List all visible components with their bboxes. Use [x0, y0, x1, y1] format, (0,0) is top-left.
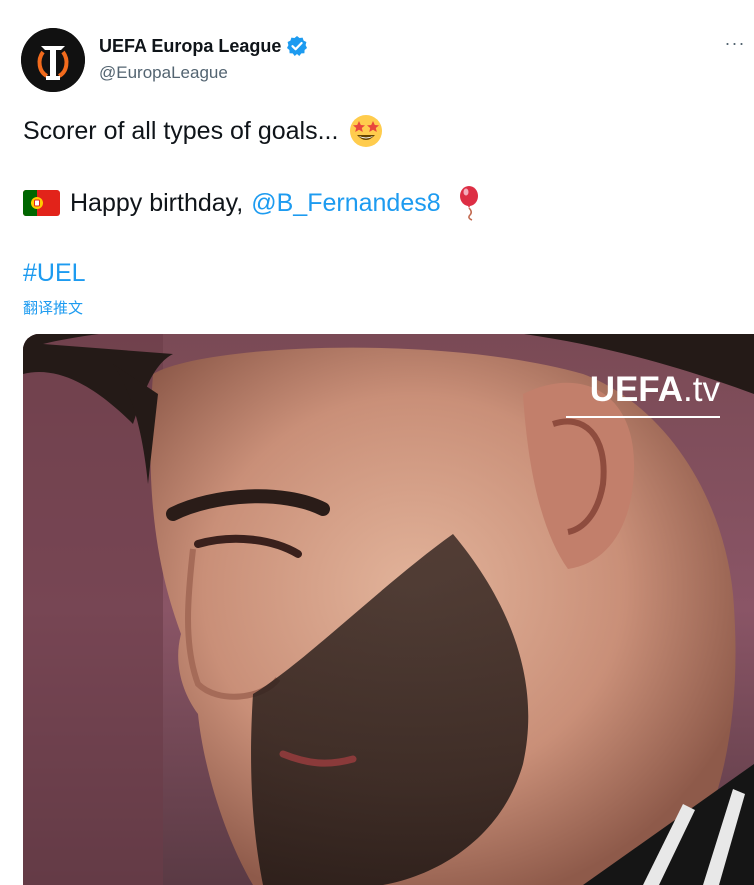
star-struck-emoji: [348, 113, 384, 149]
europa-league-logo-icon[interactable]: [21, 28, 85, 92]
verified-badge-icon: [286, 35, 308, 57]
display-name[interactable]: UEFA Europa League: [99, 34, 281, 58]
hashtag-link[interactable]: #UEL: [23, 257, 86, 289]
watermark-underline: [566, 416, 720, 418]
watermark-brand: UEFA: [589, 370, 684, 409]
uefa-tv-watermark: UEFA .tv: [590, 370, 720, 410]
more-options-icon[interactable]: ···: [722, 30, 748, 56]
balloon-emoji: [457, 185, 483, 221]
author-handle[interactable]: @EuropaLeague: [99, 62, 308, 84]
name-row: UEFA Europa League: [99, 34, 308, 58]
author-block: UEFA Europa League @EuropaLeague: [99, 34, 308, 84]
tweet-line-2: Happy birthday, @B_Fernandes8: [23, 185, 483, 221]
birthday-text: Happy birthday,: [70, 189, 244, 217]
tweet-media[interactable]: UEFA .tv: [23, 334, 754, 885]
mention-link[interactable]: @B_Fernandes8: [251, 187, 440, 219]
tweet-card: UEFA Europa League @EuropaLeague ··· Sco…: [0, 0, 754, 885]
tweet-text-1: Scorer of all types of goals...: [23, 117, 339, 145]
watermark-suffix: .tv: [683, 370, 720, 409]
portugal-flag-icon: [23, 190, 60, 216]
translate-tweet-link[interactable]: 翻译推文: [23, 297, 83, 318]
tweet-line-3: #UEL: [23, 257, 86, 289]
tweet-line-1: Scorer of all types of goals...: [23, 113, 384, 149]
